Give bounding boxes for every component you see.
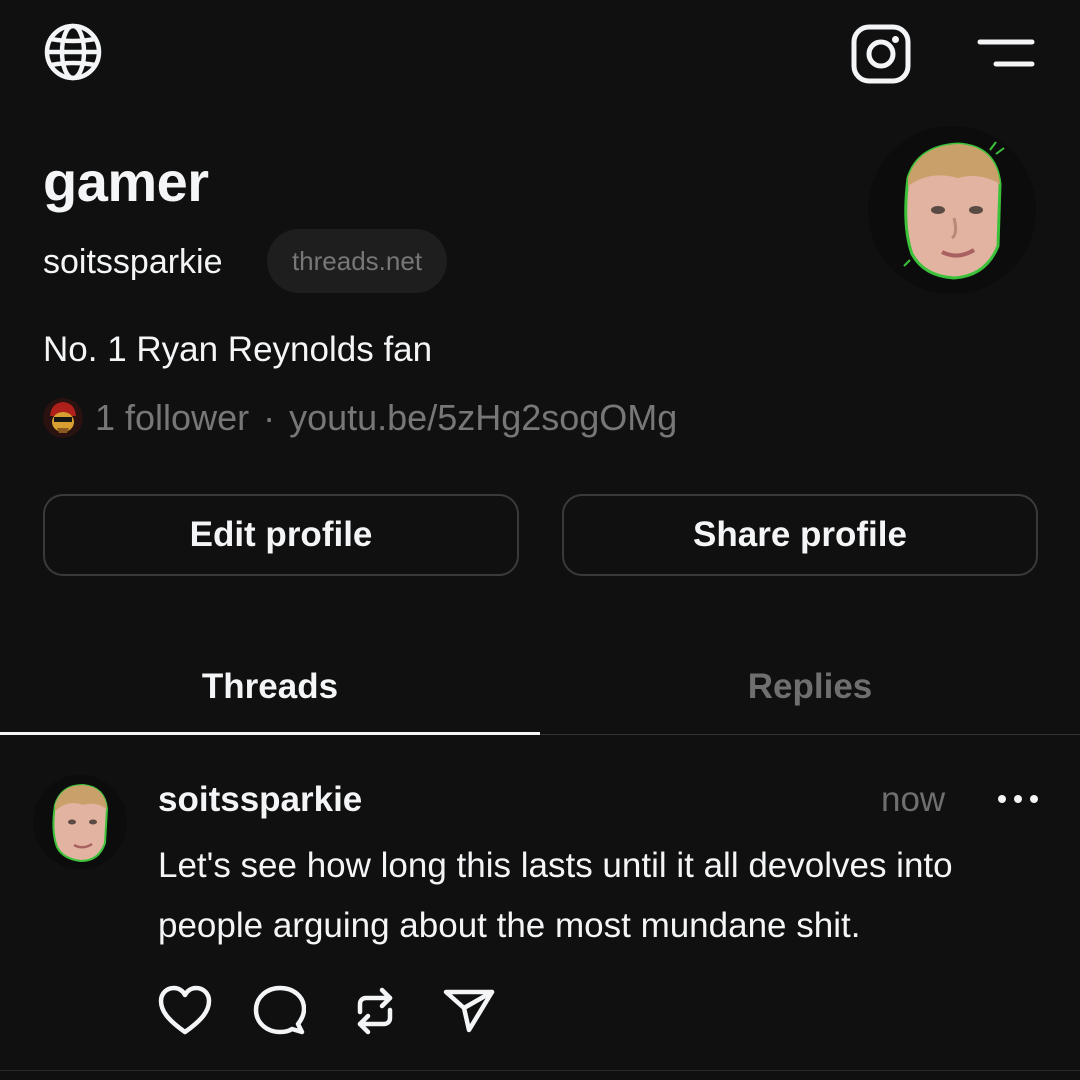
domain-badge[interactable]: threads.net [267, 229, 447, 293]
follower-row: 1 follower · youtu.be/5zHg2sogOMg [43, 396, 677, 440]
post-divider [0, 1070, 1080, 1071]
more-options-icon[interactable] [996, 790, 1040, 808]
bio: No. 1 Ryan Reynolds fan [43, 330, 433, 369]
post-text: Let's see how long this lasts until it a… [158, 846, 953, 945]
tab-threads[interactable]: Threads [0, 640, 540, 734]
heart-icon[interactable] [158, 984, 212, 1038]
repost-icon[interactable] [348, 984, 402, 1038]
edit-profile-button[interactable]: Edit profile [43, 494, 519, 576]
post-timestamp: now [881, 780, 946, 819]
profile-link[interactable]: youtu.be/5zHg2sogOMg [289, 397, 677, 439]
globe-icon[interactable] [43, 22, 103, 82]
tab-replies[interactable]: Replies [540, 640, 1080, 734]
post-avatar[interactable] [33, 775, 127, 869]
post-username[interactable]: soitssparkie [158, 779, 362, 821]
instagram-icon[interactable] [851, 24, 911, 84]
active-tab-indicator [0, 732, 540, 735]
send-icon[interactable] [442, 984, 496, 1038]
comment-icon[interactable] [252, 984, 307, 1038]
share-profile-button[interactable]: Share profile [562, 494, 1038, 576]
tab-divider [540, 734, 1080, 735]
separator-dot: · [263, 397, 276, 438]
display-name: gamer [43, 150, 209, 213]
follower-avatar[interactable] [43, 398, 83, 438]
menu-icon[interactable] [976, 36, 1036, 72]
profile-avatar[interactable] [868, 126, 1036, 294]
followers-count[interactable]: 1 follower [95, 397, 249, 439]
username: soitssparkie [43, 243, 223, 281]
